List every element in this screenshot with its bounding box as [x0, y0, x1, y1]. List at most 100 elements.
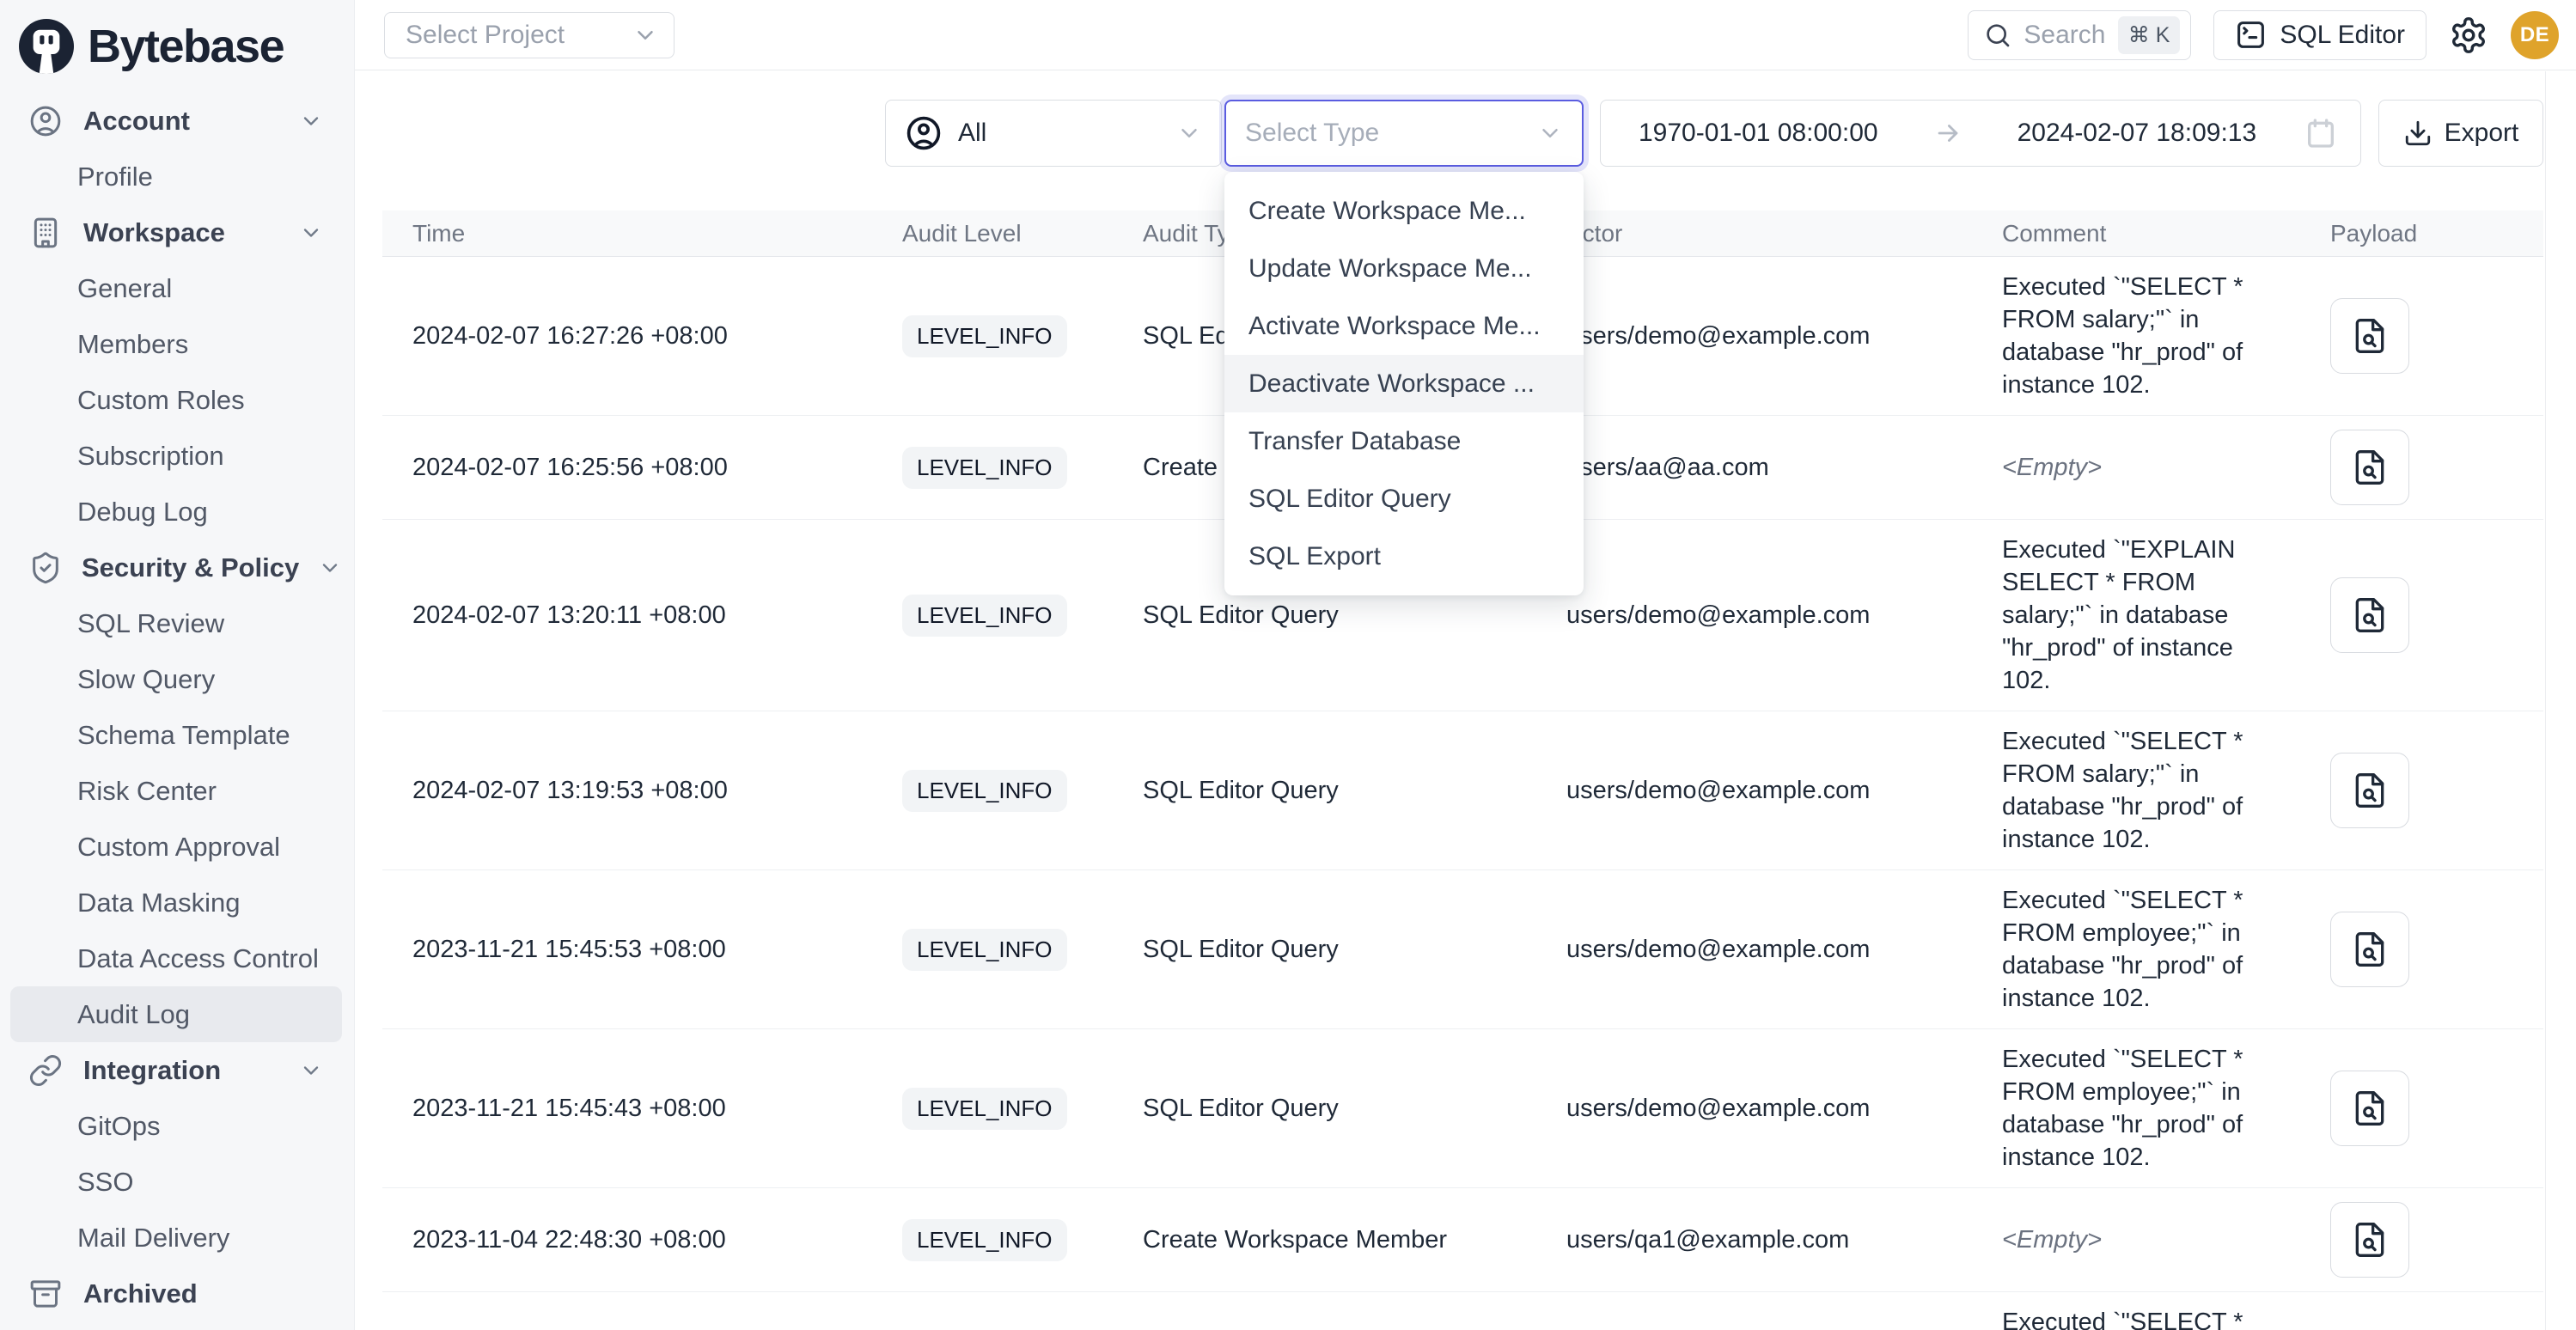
user-circle-icon [905, 114, 943, 152]
menu-item-sql-editor-query[interactable]: SQL Editor Query [1224, 470, 1584, 528]
sidebar-item-sql-review[interactable]: SQL Review [0, 595, 354, 651]
payload-view-button[interactable] [2330, 430, 2409, 505]
search-input[interactable]: Search ⌘ K [1968, 10, 2191, 60]
sql-editor-button-label: SQL Editor [2280, 21, 2405, 50]
audit-level-badge: LEVEL_INFO [902, 315, 1067, 357]
sidebar-item-archived[interactable]: Archived [0, 1266, 354, 1321]
sidebar-item-workspace[interactable]: Workspace [0, 204, 354, 260]
terminal-icon [2235, 19, 2267, 51]
file-search-icon [2351, 930, 2389, 968]
sidebar-item-general[interactable]: General [0, 260, 354, 316]
brand-name: Bytebase [88, 20, 284, 73]
cell-time: 2023-11-21 15:45:53 +08:00 [382, 936, 894, 964]
cell-actor: users/qa1@example.com [1560, 1226, 1972, 1254]
sidebar-item-risk-center[interactable]: Risk Center [0, 763, 354, 819]
avatar[interactable]: DE [2511, 11, 2559, 59]
cell-comment: Executed `"SELECT * FROM salary;"` in da… [1972, 271, 2307, 401]
table-row: 2023-11-04 22:48:30 +08:00 LEVEL_INFO Cr… [382, 1188, 2543, 1292]
bytebase-logo-icon [19, 19, 74, 74]
date-range-end: 2024-02-07 18:09:13 [2017, 119, 2257, 148]
sidebar-item-schema-template[interactable]: Schema Template [0, 707, 354, 763]
cell-audit-type: SQL Editor Query [1117, 936, 1560, 964]
cell-time: 2024-02-07 13:19:53 +08:00 [382, 777, 894, 805]
sidebar-item-mail-delivery[interactable]: Mail Delivery [0, 1210, 354, 1266]
building-icon [28, 215, 64, 251]
scroll-divider [2545, 71, 2546, 1330]
search-icon [1984, 21, 2011, 49]
gear-icon[interactable] [2449, 15, 2488, 55]
main-content: All Select Type 1970-01-01 08:00:00 2024… [355, 71, 2576, 1330]
cell-actor: users/demo@example.com [1560, 1095, 1972, 1123]
export-button[interactable]: Export [2378, 100, 2543, 167]
project-select[interactable]: Select Project [384, 12, 675, 58]
audit-level-badge: LEVEL_INFO [902, 1219, 1067, 1261]
sidebar-item-account[interactable]: Account [0, 93, 354, 149]
search-shortcut-badge: ⌘ K [2118, 16, 2181, 54]
column-header-payload: Payload [2307, 220, 2543, 247]
cell-time: 2024-02-07 16:25:56 +08:00 [382, 454, 894, 482]
file-search-icon [2351, 448, 2389, 486]
cell-actor: users/demo@example.com [1560, 601, 1972, 630]
menu-item-sql-export[interactable]: SQL Export [1224, 528, 1584, 585]
payload-view-button[interactable] [2330, 577, 2409, 653]
cell-comment: <Empty> [1972, 1223, 2307, 1256]
export-button-label: Export [2445, 119, 2519, 148]
column-header-actor: Actor [1560, 220, 1972, 247]
cell-comment: Executed `"SELECT * FROM employee;"` in … [1972, 1043, 2307, 1174]
audit-level-badge: LEVEL_INFO [902, 447, 1067, 489]
sidebar-item-subscription[interactable]: Subscription [0, 428, 354, 484]
cell-time: 2023-11-04 22:48:30 +08:00 [382, 1226, 894, 1254]
sidebar-item-data-masking[interactable]: Data Masking [0, 875, 354, 930]
user-circle-icon [28, 103, 64, 139]
sidebar-item-sso[interactable]: SSO [0, 1154, 354, 1210]
chevron-down-icon [632, 22, 658, 48]
payload-view-button[interactable] [2330, 298, 2409, 374]
type-filter-placeholder: Select Type [1245, 119, 1379, 148]
menu-item-update-workspace-me[interactable]: Update Workspace Me... [1224, 240, 1584, 297]
table-row: 2023-11-21 15:45:53 +08:00 LEVEL_INFO SQ… [382, 870, 2543, 1029]
sidebar-item-security-policy[interactable]: Security & Policy [0, 540, 354, 595]
sidebar-item-custom-approval[interactable]: Custom Approval [0, 819, 354, 875]
sidebar-item-debug-log[interactable]: Debug Log [0, 484, 354, 540]
sidebar: Bytebase Account Profile Workspace Gener… [0, 0, 355, 1330]
sidebar-item-audit-log[interactable]: Audit Log [10, 986, 342, 1042]
cell-audit-type: SQL Editor Query [1117, 1095, 1560, 1123]
sidebar-item-gitops[interactable]: GitOps [0, 1098, 354, 1154]
payload-view-button[interactable] [2330, 1071, 2409, 1146]
table-row: 2024-02-07 13:19:53 +08:00 LEVEL_INFO SQ… [382, 711, 2543, 870]
chevron-down-icon [299, 109, 323, 133]
cell-time: 2024-02-07 13:20:11 +08:00 [382, 601, 894, 630]
audit-level-badge: LEVEL_INFO [902, 770, 1067, 812]
topbar: Select Project Search ⌘ K SQL Editor [355, 0, 2576, 70]
type-filter-select[interactable]: Select Type [1224, 100, 1584, 167]
audit-level-badge: LEVEL_INFO [902, 1088, 1067, 1130]
sidebar-item-integration[interactable]: Integration [0, 1042, 354, 1098]
cell-time: 2024-02-07 16:27:26 +08:00 [382, 322, 894, 351]
search-placeholder: Search [2024, 21, 2105, 50]
sidebar-item-members[interactable]: Members [0, 316, 354, 372]
menu-item-transfer-database[interactable]: Transfer Database [1224, 412, 1584, 470]
sidebar-item-slow-query[interactable]: Slow Query [0, 651, 354, 707]
cell-comment: Executed `"EXPLAIN SELECT * FROM salary;… [1972, 534, 2307, 697]
cell-comment: <Empty> [1972, 451, 2307, 484]
cell-actor: users/demo@example.com [1560, 936, 1972, 964]
file-search-icon [2351, 1089, 2389, 1127]
brand-logo[interactable]: Bytebase [0, 0, 354, 76]
sidebar-item-profile[interactable]: Profile [0, 149, 354, 204]
column-header-audit-level: Audit Level [894, 220, 1117, 247]
column-header-time: Time [382, 220, 894, 247]
date-range-picker[interactable]: 1970-01-01 08:00:00 2024-02-07 18:09:13 [1600, 100, 2361, 167]
file-search-icon [2351, 1221, 2389, 1259]
menu-item-create-workspace-me[interactable]: Create Workspace Me... [1224, 182, 1584, 240]
sidebar-item-custom-roles[interactable]: Custom Roles [0, 372, 354, 428]
sidebar-item-data-access-control[interactable]: Data Access Control [0, 930, 354, 986]
menu-item-activate-workspace-me[interactable]: Activate Workspace Me... [1224, 297, 1584, 355]
menu-item-deactivate-workspace[interactable]: Deactivate Workspace ... [1224, 355, 1584, 412]
payload-view-button[interactable] [2330, 1202, 2409, 1278]
payload-view-button[interactable] [2330, 753, 2409, 828]
sql-editor-button[interactable]: SQL Editor [2213, 10, 2426, 60]
payload-view-button[interactable] [2330, 912, 2409, 987]
arrow-right-icon [1933, 119, 1963, 148]
table-row: 2023-11-04 21:26:34 +08:00 LEVEL_INFO SQ… [382, 1292, 2543, 1330]
actor-filter-select[interactable]: All [885, 100, 1222, 167]
